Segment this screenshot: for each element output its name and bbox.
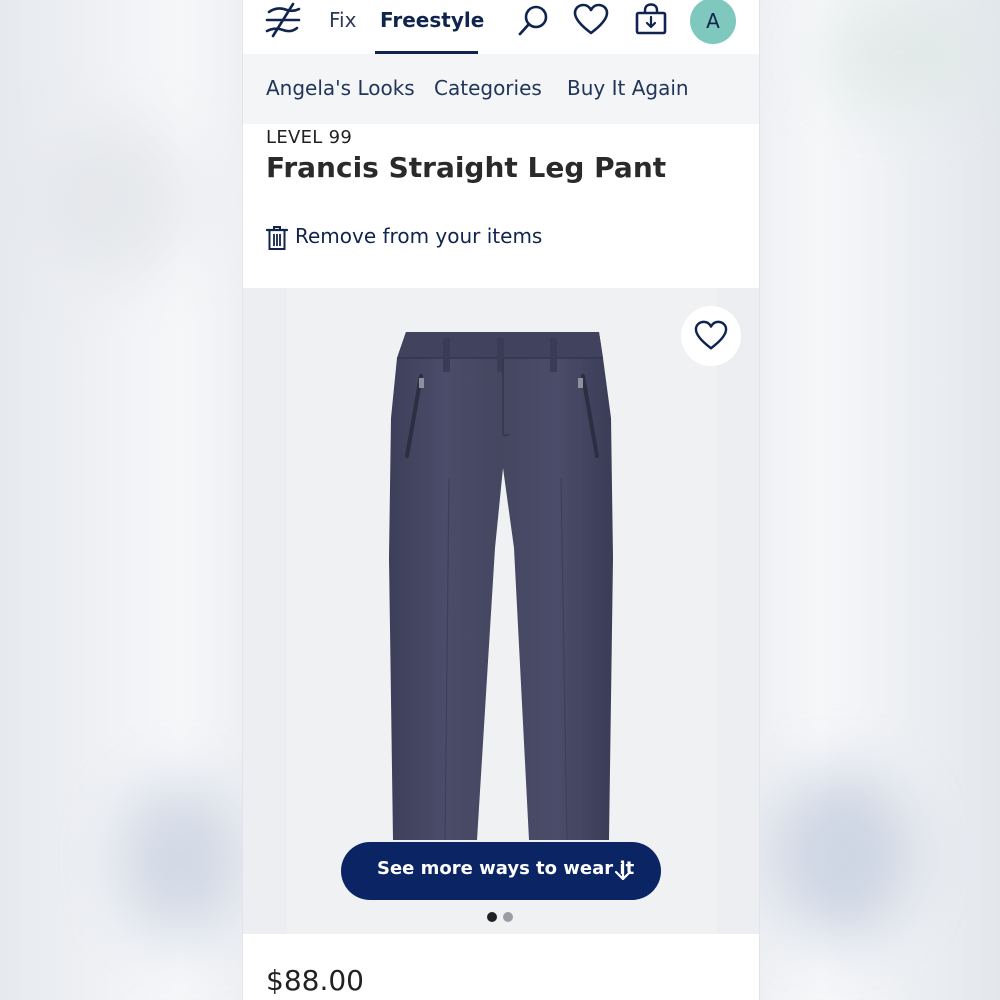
carousel-dot[interactable] (503, 912, 513, 922)
product-price: $88.00 (266, 964, 364, 997)
product-image-carousel[interactable]: See more ways to wear it (243, 288, 759, 934)
arrow-down-icon (614, 860, 632, 881)
subnav-buy-it-again[interactable]: Buy It Again (567, 76, 689, 100)
subnav-angelas-looks[interactable]: Angela's Looks (266, 76, 415, 100)
trash-icon (266, 226, 288, 250)
top-navigation: Fix Freestyle A (243, 0, 759, 54)
tab-freestyle[interactable]: Freestyle (380, 8, 484, 32)
see-more-ways-button[interactable]: See more ways to wear it (341, 842, 661, 900)
subnav-categories[interactable]: Categories (434, 76, 542, 100)
background-blur (120, 780, 240, 940)
carousel-dot-active[interactable] (487, 912, 497, 922)
heart-icon[interactable] (573, 2, 609, 38)
product-title: Francis Straight Leg Pant (266, 151, 667, 184)
background-blur (770, 770, 910, 940)
heart-outline-icon (694, 320, 728, 350)
stitch-fix-logo-icon[interactable] (263, 2, 303, 38)
tab-fix[interactable]: Fix (329, 8, 356, 32)
search-icon[interactable] (515, 2, 551, 38)
background-blur (40, 120, 200, 280)
remove-item-label: Remove from your items (295, 224, 543, 248)
avatar[interactable]: A (690, 0, 736, 44)
app-screen: Fix Freestyle A Angela's Looks Categorie… (242, 0, 760, 1000)
product-brand: LEVEL 99 (266, 127, 353, 148)
background-blur (820, 0, 980, 110)
carousel-pagination (485, 912, 515, 922)
see-more-ways-label: See more ways to wear it (377, 858, 635, 879)
secondary-navigation: Angela's Looks Categories Buy It Again (243, 54, 759, 124)
product-image (389, 332, 613, 841)
favorite-button[interactable] (681, 306, 741, 366)
shopping-bag-icon[interactable] (633, 2, 669, 38)
